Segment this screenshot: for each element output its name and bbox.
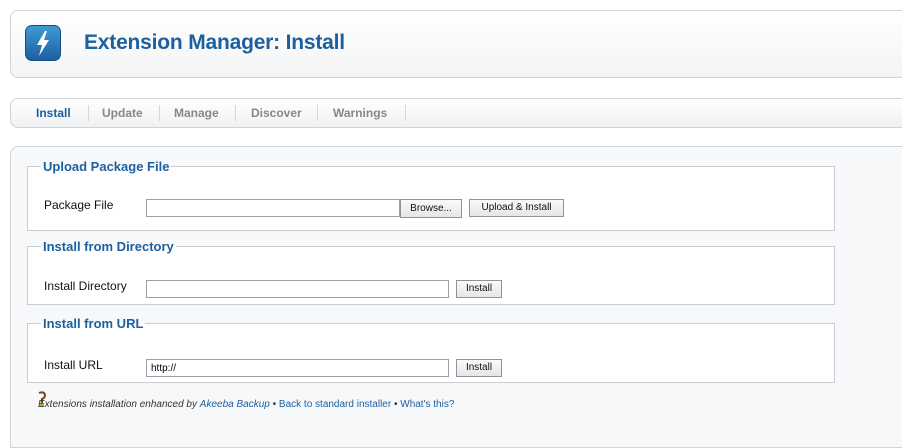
install-directory-label: Install Directory [44, 279, 127, 293]
install-url-button[interactable]: Install [456, 359, 502, 377]
tab-separator [88, 105, 89, 121]
tab-install[interactable]: Install [36, 106, 71, 120]
tab-manage[interactable]: Manage [174, 106, 219, 120]
installer-footer-note: Extensions installation enhanced by Akee… [38, 399, 454, 410]
tab-separator [405, 105, 406, 121]
install-directory-fieldset: Install from Directory Install Directory… [27, 239, 835, 305]
package-file-label: Package File [44, 198, 114, 212]
browse-button[interactable]: Browse... [400, 199, 462, 218]
extension-lightning-icon [25, 25, 61, 61]
tab-separator [159, 105, 160, 121]
install-url-legend: Install from URL [43, 316, 144, 331]
install-url-input[interactable]: http:// [146, 359, 449, 377]
whats-this-link[interactable]: What's this? [400, 399, 454, 410]
package-file-input[interactable] [146, 199, 400, 217]
tab-separator [317, 105, 318, 121]
submenu-tabs: Install Update Manage Discover Warnings [10, 98, 902, 128]
tab-discover[interactable]: Discover [251, 106, 302, 120]
page-title: Extension Manager: Install [84, 31, 345, 54]
upload-package-legend: Upload Package File [43, 159, 170, 174]
tab-separator [235, 105, 236, 121]
tab-warnings[interactable]: Warnings [333, 106, 387, 120]
install-url-label: Install URL [44, 358, 103, 372]
footer-text: Extensions installation enhanced by [38, 399, 197, 410]
upload-package-fieldset: Upload Package File Package File Browse.… [27, 159, 835, 231]
footer-separator: • [391, 399, 401, 410]
install-directory-legend: Install from Directory [43, 239, 174, 254]
upload-install-button[interactable]: Upload & Install [469, 199, 564, 217]
install-url-fieldset: Install from URL Install URL http:// Ins… [27, 316, 835, 383]
install-directory-button[interactable]: Install [456, 280, 502, 298]
footer-separator: • [269, 399, 279, 410]
tab-update[interactable]: Update [102, 106, 143, 120]
akeeba-backup-link[interactable]: Akeeba Backup [200, 399, 270, 410]
standard-installer-link[interactable]: Back to standard installer [279, 399, 391, 410]
install-directory-input[interactable] [146, 280, 449, 298]
page-header: Extension Manager: Install [10, 10, 902, 78]
